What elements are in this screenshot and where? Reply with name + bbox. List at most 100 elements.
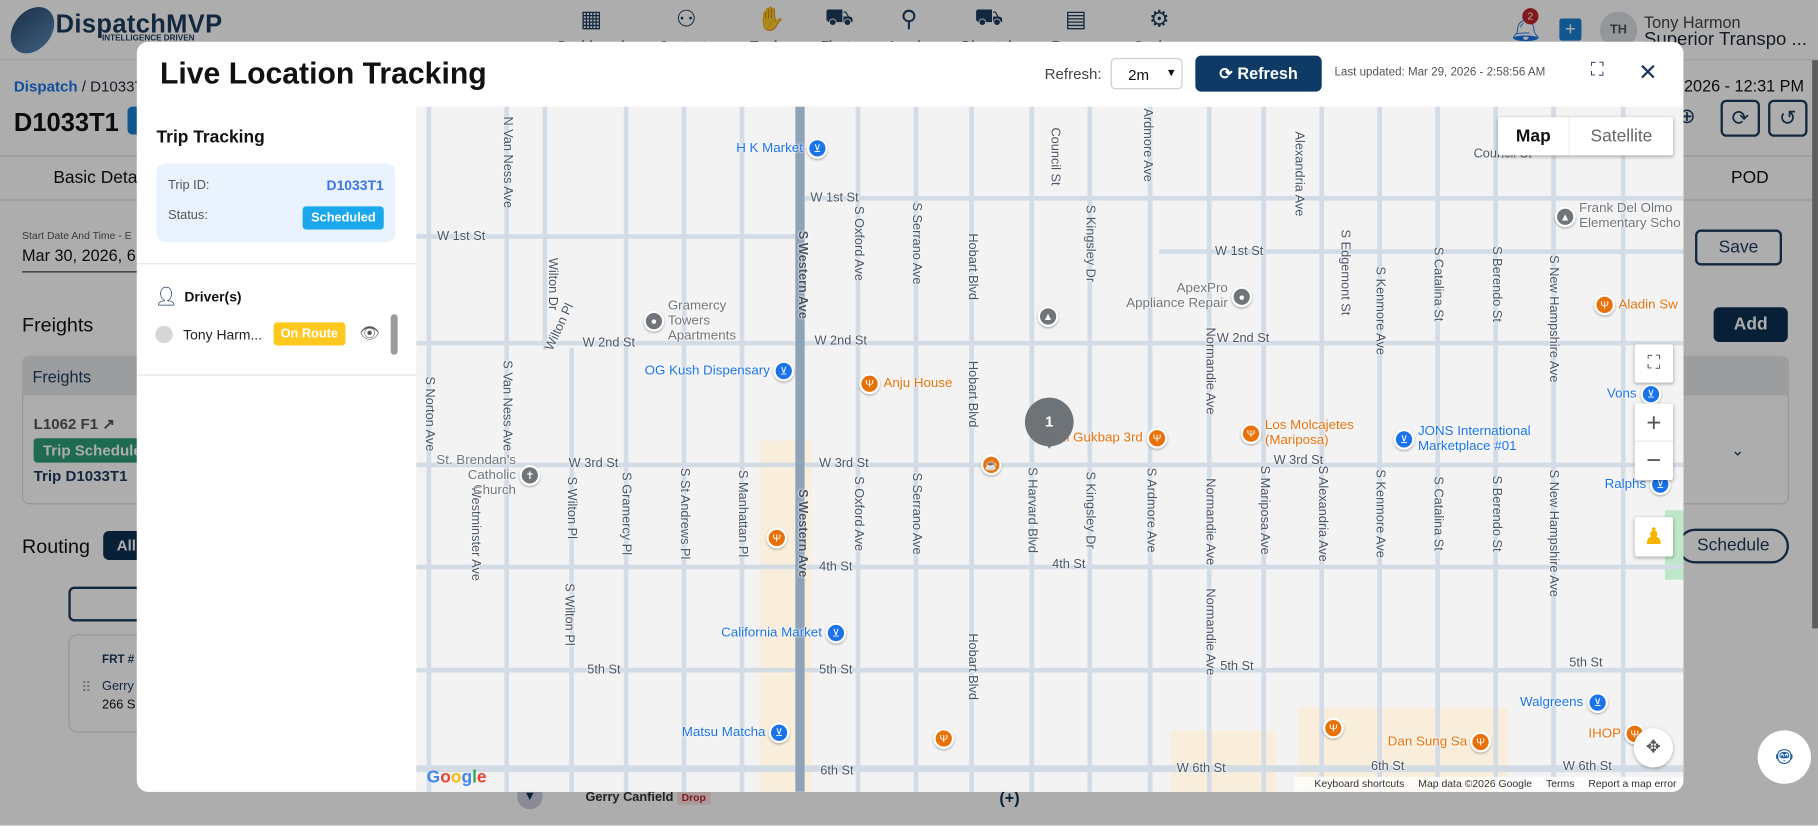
street-label: Hobart Blvd — [964, 360, 979, 428]
drivers-scrollbar[interactable] — [390, 314, 398, 355]
trip-info-card: Trip ID: D1033T1 Status: Scheduled — [156, 163, 396, 243]
map-type-map[interactable]: Map — [1498, 117, 1570, 156]
street-label: S Wilton Pl — [562, 583, 577, 646]
street-label: Westminster Ave — [468, 485, 483, 581]
divider — [136, 374, 417, 376]
shop-pin-icon[interactable]: ⊻ — [825, 622, 847, 644]
map-fullscreen-icon[interactable]: ⛶ — [1634, 344, 1674, 383]
zoom-out-icon[interactable]: − — [1635, 442, 1673, 480]
food-pin-icon[interactable]: Ψ — [1146, 427, 1168, 449]
live-tracking-modal: Live Location Tracking Refresh: 2m ▾ ⟳ Re… — [136, 41, 1684, 792]
drivers-heading: Driver(s) — [184, 288, 242, 305]
keyboard-shortcuts-link[interactable]: Keyboard shortcuts — [1314, 778, 1404, 790]
street — [416, 765, 1684, 773]
poi-label[interactable]: Los Molcajetes (Mariposa) — [1265, 419, 1358, 449]
place-pin-icon[interactable]: ● — [1231, 286, 1253, 308]
poi-label[interactable]: Anju House — [883, 376, 952, 391]
church-pin-icon[interactable]: ✝ — [519, 464, 541, 486]
street-label: S Van Ness Ave — [499, 360, 514, 452]
street — [1029, 106, 1035, 792]
refresh-button[interactable]: ⟳ Refresh — [1195, 55, 1322, 92]
street-label: S Harvard Blvd — [1024, 467, 1039, 554]
food-pin-icon[interactable]: Ψ — [1470, 731, 1491, 753]
poi-label[interactable]: California Market — [721, 625, 822, 640]
fullscreen-icon[interactable]: ⛶ — [1591, 60, 1604, 81]
food-pin-icon[interactable]: Ψ — [766, 527, 788, 549]
divider — [136, 263, 417, 265]
trip-tracking-panel: Trip Tracking Trip ID: D1033T1 Status: S… — [136, 106, 417, 792]
poi-label[interactable]: Matsu Matcha — [682, 725, 766, 740]
street — [799, 195, 1684, 201]
refresh-button-label: Refresh — [1237, 63, 1298, 83]
panel-title: Trip Tracking — [156, 127, 265, 148]
street — [1261, 106, 1267, 792]
food-pin-icon[interactable]: Ψ — [933, 728, 955, 749]
street-label: S Catalina St — [1430, 476, 1445, 551]
food-pin-icon[interactable]: Ψ — [1240, 423, 1262, 445]
food-pin-icon[interactable]: Ψ — [1594, 294, 1616, 316]
food-pin-icon[interactable]: Ψ — [1322, 717, 1344, 739]
poi-label[interactable]: Gramercy Towers Apartments — [668, 299, 761, 344]
pegman-icon[interactable]: ♟ — [1634, 517, 1674, 557]
poi-label[interactable]: Aladin Sw — [1619, 297, 1678, 312]
street-label: S Ardmore Ave — [1143, 467, 1158, 553]
street-label: 5th St — [587, 663, 621, 678]
street-label: S Serrano Ave — [908, 472, 923, 555]
shop-pin-icon[interactable]: ⊻ — [1393, 428, 1415, 450]
poi-label[interactable]: Walgreens — [1520, 695, 1583, 710]
poi-label[interactable]: IHOP — [1588, 726, 1621, 741]
shop-pin-icon[interactable]: ⊻ — [768, 722, 790, 744]
refresh-interval-select[interactable]: 2m ▾ — [1110, 57, 1183, 90]
street-label: S Western Ave — [795, 230, 810, 319]
chatbot-icon[interactable]: 🤖︎ — [1757, 730, 1811, 784]
status-badge: Scheduled — [303, 206, 384, 230]
refresh-interval-label: Refresh: — [1044, 64, 1102, 83]
poi-label[interactable]: Vons — [1607, 387, 1637, 402]
street-label: Alexandria Ave — [1291, 131, 1306, 217]
street-label: 5th St — [819, 663, 853, 678]
zoom-control: + − — [1634, 403, 1674, 480]
map-type-satellite[interactable]: Satellite — [1570, 117, 1673, 155]
street-label: N Van Ness Ave — [499, 116, 514, 209]
camera-control-icon[interactable]: ✥ — [1633, 728, 1674, 768]
poi-label[interactable]: Frank Del Olmo Elementary Scho — [1579, 202, 1683, 232]
poi-label[interactable]: Dan Sung Sa — [1388, 734, 1467, 749]
street-label: Council St — [1048, 127, 1063, 186]
shop-pin-icon[interactable]: ⊻ — [773, 360, 795, 382]
poi-label[interactable]: H K Market — [736, 141, 803, 156]
close-icon[interactable]: ✕ — [1638, 58, 1657, 87]
poi-label[interactable]: St. Brendan's Catholic Church — [429, 453, 516, 498]
modal-title: Live Location Tracking — [159, 55, 487, 91]
street — [1147, 106, 1153, 792]
street-label: W 2nd St — [814, 333, 867, 348]
school-pin-icon[interactable]: ▲ — [1554, 206, 1576, 228]
food-pin-icon[interactable]: Ψ — [859, 373, 880, 395]
zoom-in-icon[interactable]: + — [1634, 403, 1674, 442]
shop-pin-icon[interactable]: ⊻ — [806, 137, 828, 159]
street-label: W 2nd St — [582, 336, 636, 351]
street-label: S Catalina St — [1430, 246, 1445, 322]
poi-label[interactable]: ApexPro Appliance Repair — [1118, 282, 1228, 312]
terms-link[interactable]: Terms — [1546, 778, 1574, 790]
street-label: N Ardmore Ave — [1140, 106, 1155, 182]
google-logo[interactable]: Google — [427, 768, 487, 788]
shop-pin-icon[interactable]: ⊻ — [1587, 692, 1609, 714]
cafe-pin-icon[interactable]: ☕ — [980, 454, 1002, 476]
eye-icon[interactable]: 👁︎ — [359, 323, 380, 343]
map[interactable]: W 1st St W 1st St W 1st St W 2nd St W 2nd St… — [416, 106, 1684, 792]
street-label: S New Hampshire Ave — [1546, 469, 1561, 598]
street-label: W 3rd St — [568, 456, 619, 471]
school-pin-icon[interactable]: ▲ — [1037, 306, 1059, 327]
poi-label[interactable]: JONS International Marketplace #01 — [1418, 424, 1569, 454]
place-pin-icon[interactable]: ● — [643, 310, 665, 332]
street-label: S Wilton Pl — [564, 476, 579, 540]
street-label: S Oxford Ave — [850, 476, 865, 552]
chevron-down-icon: ▾ — [1168, 66, 1175, 80]
report-error-link[interactable]: Report a map error — [1588, 778, 1676, 790]
street-label: W 2nd St — [1216, 331, 1270, 346]
street-label: S Norton Ave — [421, 376, 436, 452]
map-data: Map data ©2026 Google — [1418, 777, 1533, 790]
poi-label[interactable]: OG Kush Dispensary — [645, 363, 770, 378]
status-label: Status: — [168, 208, 208, 223]
shop-pin-icon[interactable]: ⊻ — [1640, 383, 1662, 405]
